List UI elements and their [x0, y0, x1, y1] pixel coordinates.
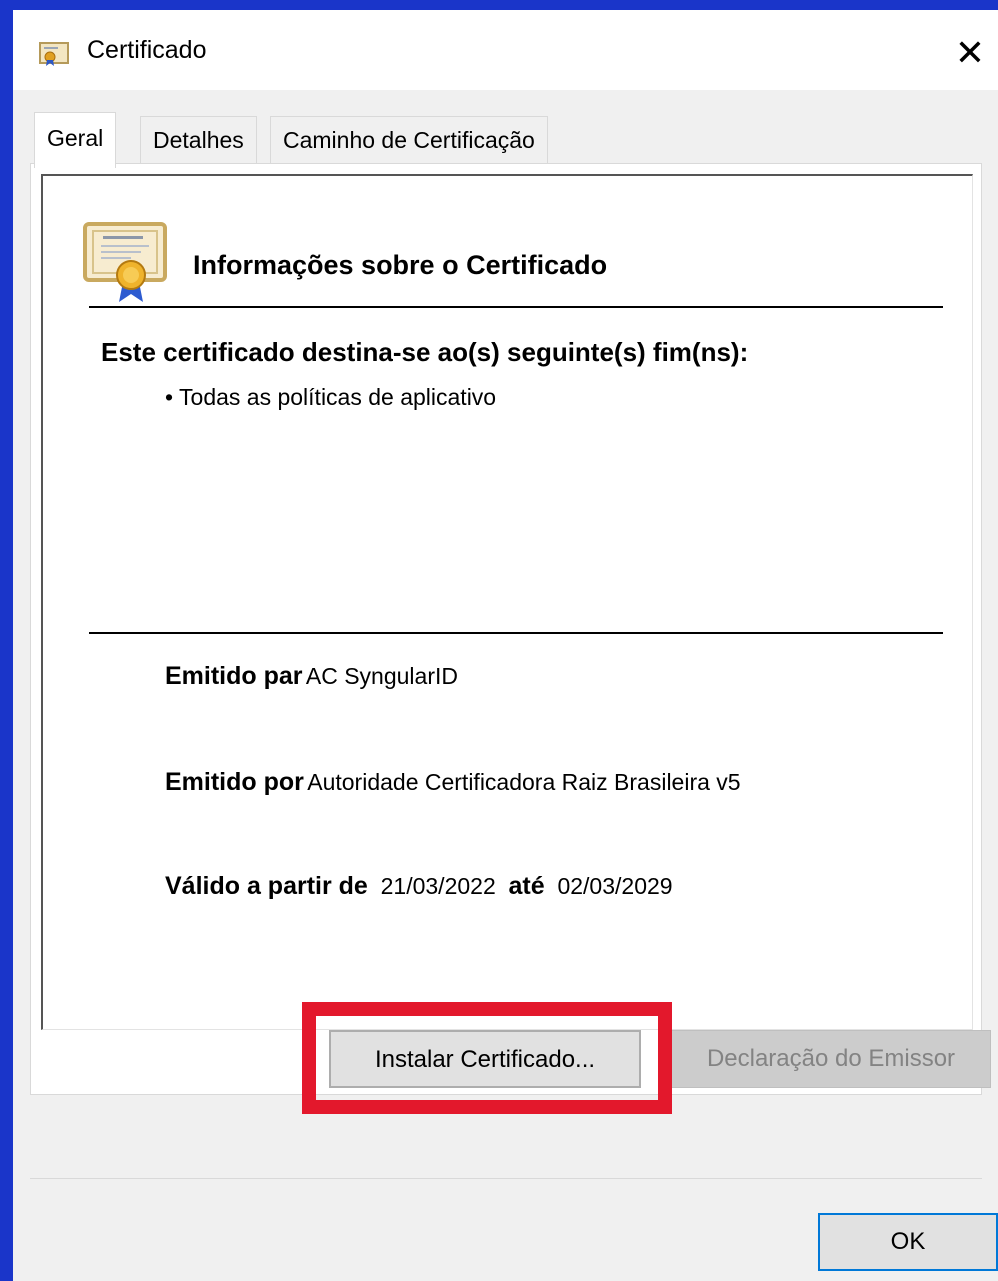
valid-to-label: até	[508, 872, 545, 900]
close-icon: ✕	[954, 32, 986, 73]
certificate-icon	[83, 222, 167, 302]
issued-by-label: Emitido por	[165, 768, 304, 796]
valid-from-value: 21/03/2022	[380, 873, 496, 899]
divider	[89, 632, 943, 634]
ok-button[interactable]: OK	[818, 1213, 998, 1271]
certificate-info-heading: Informações sobre o Certificado	[193, 250, 608, 280]
purpose-item: • Todas as políticas de aplicativo	[165, 384, 497, 410]
tab-geral[interactable]: Geral	[34, 112, 117, 168]
issued-to-row: Emitido par AC SyngularID	[165, 662, 458, 691]
issued-by-row: Emitido por Autoridade Certificadora Rai…	[165, 768, 741, 797]
certificate-dialog: Certificado ✕ Geral Detalhes Caminho de …	[13, 10, 998, 1281]
issued-to-label: Emitido par	[165, 662, 303, 690]
valid-from-label: Válido a partir de	[165, 872, 368, 900]
tab-detalhes[interactable]: Detalhes	[140, 116, 257, 164]
divider	[30, 1178, 982, 1179]
valid-to-value: 02/03/2029	[557, 873, 673, 899]
issuer-statement-button[interactable]: Declaração do Emissor	[671, 1030, 991, 1088]
purpose-label: Este certificado destina-se ao(s) seguin…	[101, 337, 749, 367]
issued-to-value: AC SyngularID	[305, 663, 458, 689]
certificate-info-box: Informações sobre o Certificado Este cer…	[41, 174, 973, 1030]
validity-row: Válido a partir de 21/03/2022 até 02/03/…	[165, 872, 673, 901]
tab-caminho-de-certificacao[interactable]: Caminho de Certificação	[270, 116, 548, 164]
issued-by-value: Autoridade Certificadora Raiz Brasileira…	[307, 769, 741, 795]
close-button[interactable]: ✕	[942, 28, 998, 78]
title-bar: Certificado ✕	[13, 10, 998, 90]
certificate-icon	[39, 42, 69, 66]
install-certificate-button[interactable]: Instalar Certificado...	[329, 1030, 641, 1088]
divider	[89, 306, 943, 308]
general-tab-panel: Informações sobre o Certificado Este cer…	[30, 163, 982, 1095]
window-title: Certificado	[87, 36, 207, 64]
